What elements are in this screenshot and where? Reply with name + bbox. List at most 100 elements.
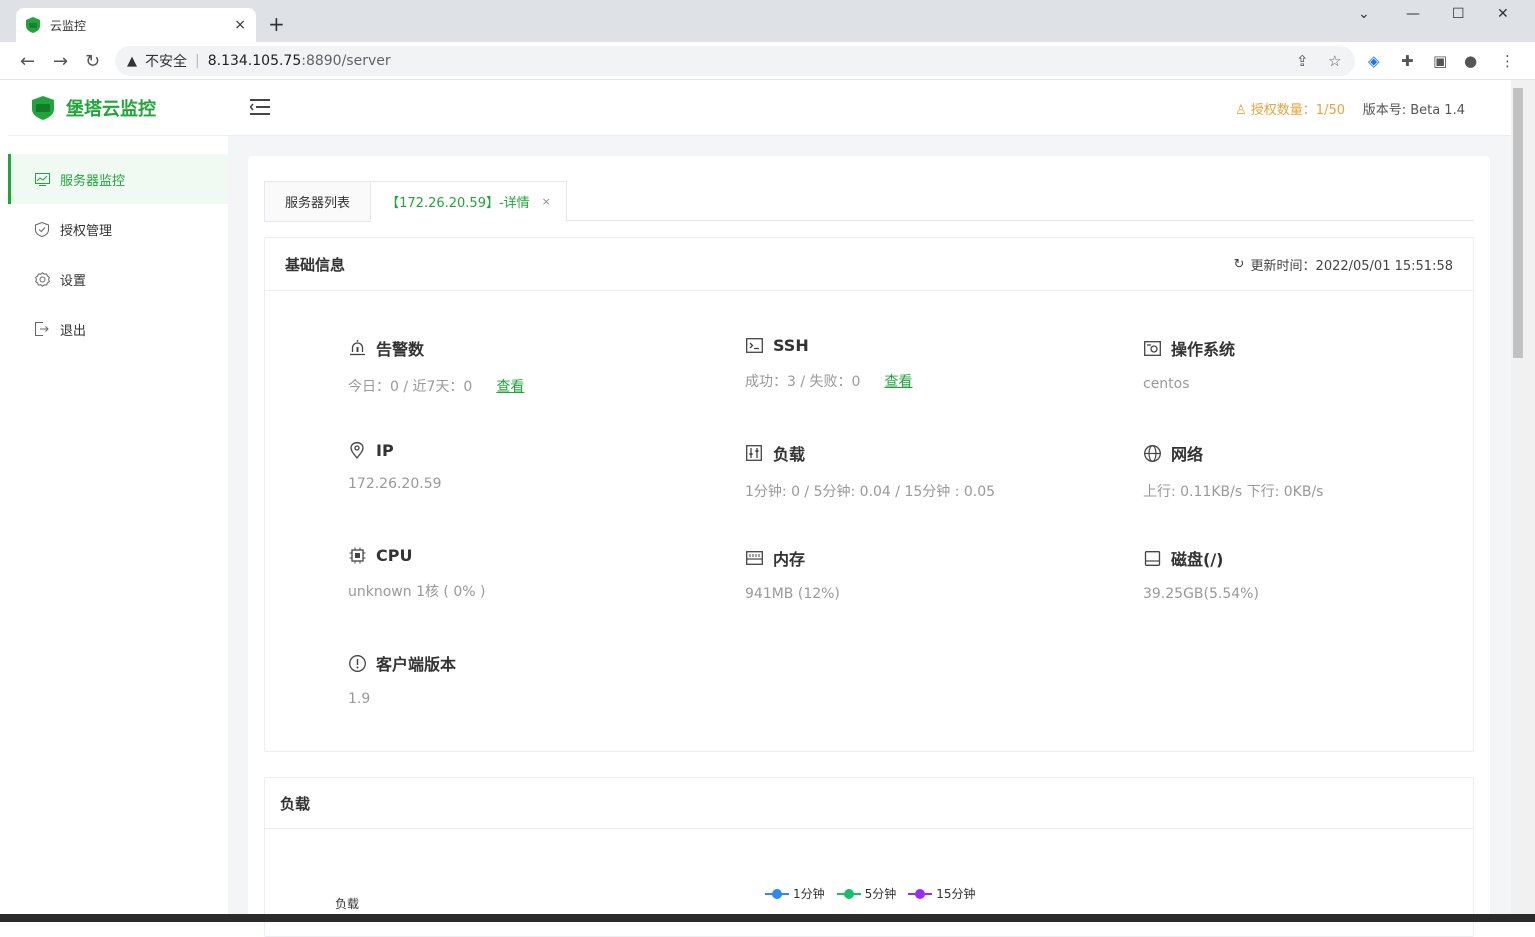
close-window-icon[interactable]: ✕ [1497, 6, 1509, 22]
location-pin-icon [348, 442, 366, 460]
close-tab-icon[interactable]: × [542, 195, 551, 208]
sidebar-item-settings[interactable]: 设置 [8, 254, 228, 304]
legend-item-5min[interactable]: 5分钟 [836, 885, 897, 902]
info-value: 上行: 0.11KB/s 下行: 0KB/s [1143, 484, 1324, 500]
chevron-down-icon[interactable]: ⌄ [1358, 6, 1370, 22]
disk-icon [1143, 549, 1161, 567]
info-title: 网络 [1171, 445, 1204, 464]
legend-label: 15分钟 [936, 887, 976, 901]
alarm-icon [348, 339, 366, 357]
load-chart-card: 负载 负载 1分钟 5分钟 15分钟 [264, 777, 1474, 937]
sidebar-item-label: 授权管理 [60, 223, 113, 239]
menu-toggle-icon[interactable] [250, 98, 270, 116]
separator: | [195, 53, 200, 69]
legend-marker [765, 888, 789, 899]
view-alarm-link[interactable]: 查看 [496, 379, 524, 395]
sidebar-item-label: 退出 [60, 323, 87, 339]
top-header: ♙ 授权数量：1/50 版本号: Beta 1.4 [228, 80, 1511, 136]
maximize-icon[interactable]: ☐ [1452, 6, 1465, 22]
info-title: 操作系统 [1171, 340, 1236, 359]
info-network: 网络 上行: 0.11KB/s 下行: 0KB/s [1143, 441, 1323, 501]
reload-icon[interactable]: ↻ [85, 51, 100, 72]
sidebar-item-license[interactable]: 授权管理 [8, 204, 228, 254]
address-bar[interactable]: ▲ 不安全 | 8.134.105.75:8890/server [115, 46, 1355, 76]
brand-name: 堡塔云监控 [66, 98, 156, 120]
star-icon[interactable]: ☆ [1328, 52, 1341, 70]
chart-legend: 1分钟 5分钟 15分钟 [765, 885, 988, 902]
minimize-icon[interactable]: — [1406, 6, 1420, 22]
close-tab-icon[interactable]: × [234, 17, 246, 33]
sidebar: 堡塔云监控 服务器监控 授权管理 设置 退出 [8, 80, 228, 922]
load-chart-title: 负载 [280, 794, 311, 813]
sidepanel-icon[interactable]: ▣ [1433, 52, 1447, 70]
new-tab-icon[interactable]: + [268, 12, 285, 36]
tab-server-list[interactable]: 服务器列表 [264, 181, 371, 222]
info-title: CPU [376, 546, 413, 565]
info-grid: 告警数 今日：0 / 近7天：0 查看 SSH 成功：3 / 失败：0 查看 操作系… [265, 291, 1473, 751]
info-value: 172.26.20.59 [348, 476, 442, 492]
basic-info-title: 基础信息 [285, 255, 346, 274]
load-chart-header: 负载 [265, 778, 1473, 829]
info-client-version: 客户端版本 1.9 [348, 651, 456, 707]
refresh-icon: ↻ [1233, 256, 1245, 272]
info-value: centos [1143, 376, 1190, 392]
info-title: SSH [773, 336, 809, 355]
update-time-label: 更新时间：2022/05/01 15:51:58 [1250, 258, 1453, 274]
sidebar-menu: 服务器监控 授权管理 设置 退出 [8, 154, 228, 354]
page-scrollbar[interactable] [1511, 80, 1535, 922]
sidebar-item-server-monitor[interactable]: 服务器监控 [8, 154, 228, 204]
profile-icon[interactable]: ● [1464, 52, 1477, 70]
content-panel: 服务器列表 【172.26.20.59】-详情 × 基础信息 ↻ 更新时间：20… [248, 156, 1490, 937]
info-title: 内存 [773, 550, 806, 569]
browser-tab[interactable]: 云监控 × [16, 8, 256, 42]
basic-info-header: 基础信息 ↻ 更新时间：2022/05/01 15:51:58 [265, 238, 1473, 291]
sidebar-item-logout[interactable]: 退出 [8, 304, 228, 354]
url-path: :8890/server [301, 53, 391, 69]
share-icon[interactable]: ⇪ [1296, 52, 1309, 70]
brand[interactable]: 堡塔云监控 [8, 80, 228, 136]
cpu-chip-icon [348, 547, 366, 565]
legend-item-1min[interactable]: 1分钟 [765, 885, 825, 902]
info-value: 39.25GB(5.54%) [1143, 586, 1259, 602]
legend-label: 5分钟 [864, 887, 897, 901]
sidebar-item-label: 服务器监控 [60, 173, 126, 189]
logout-icon [34, 321, 50, 337]
warning-icon: ▲ [127, 53, 137, 69]
legend-item-15min[interactable]: 15分钟 [908, 885, 976, 902]
brand-logo-icon [32, 95, 54, 120]
puzzle-icon[interactable]: ✚ [1401, 52, 1414, 70]
user-icon: ♙ [1235, 103, 1247, 118]
license-count[interactable]: ♙ 授权数量：1/50 [1235, 99, 1345, 118]
info-load: 负载 1分钟: 0 / 5分钟: 0.04 / 15分钟 : 0.05 [745, 441, 995, 501]
menu-dots-icon[interactable]: ⋮ [1500, 52, 1515, 70]
info-title: IP [376, 441, 394, 460]
translate-icon[interactable]: ◈ [1368, 52, 1380, 70]
app-root: 堡塔云监控 服务器监控 授权管理 设置 退出 ♙ 授权数量：1/50 版本号: … [8, 80, 1511, 937]
legend-marker [908, 888, 933, 899]
info-value: 1.9 [348, 691, 371, 707]
browser-toolbar: ← → ↻ ▲ 不安全 | 8.134.105.75:8890/server ⇪… [0, 42, 1535, 80]
view-ssh-link[interactable]: 查看 [884, 374, 912, 390]
taskbar-strip [0, 914, 1535, 922]
update-time[interactable]: ↻ 更新时间：2022/05/01 15:51:58 [1234, 255, 1453, 274]
info-cpu: CPU unknown 1核 ( 0% ) [348, 546, 485, 601]
scrollbar-thumb[interactable] [1513, 88, 1523, 358]
info-alarm: 告警数 今日：0 / 近7天：0 查看 [348, 336, 524, 396]
legend-label: 1分钟 [793, 887, 825, 901]
forward-icon[interactable]: → [53, 51, 68, 72]
info-value: unknown 1核 ( 0% ) [348, 584, 486, 600]
version-label: 版本号: Beta 1.4 [1362, 103, 1465, 118]
url-host: 8.134.105.75 [207, 53, 302, 69]
tab-server-detail[interactable]: 【172.26.20.59】-详情 × [370, 181, 567, 222]
info-circle-icon [348, 654, 366, 672]
monitor-icon [34, 171, 50, 187]
memory-icon [745, 549, 763, 567]
legend-marker [836, 888, 861, 899]
gear-icon [34, 271, 50, 287]
license-count-label: 授权数量：1/50 [1250, 103, 1345, 118]
tab-label: 服务器列表 [284, 196, 350, 211]
back-icon[interactable]: ← [20, 51, 35, 72]
chart-ylabel: 负载 [335, 897, 360, 911]
info-value: 941MB (12%) [745, 586, 840, 602]
info-title: 告警数 [376, 340, 425, 359]
